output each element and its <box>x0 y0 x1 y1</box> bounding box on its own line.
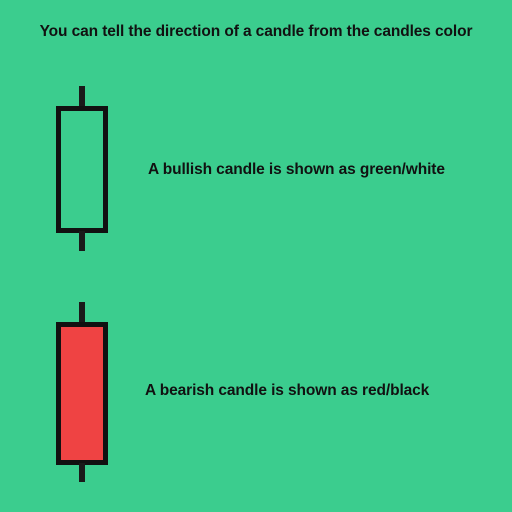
bullish-candle-label: A bullish candle is shown as green/white <box>148 161 445 178</box>
bearish-candle-body <box>56 322 108 465</box>
bearish-candle-label: A bearish candle is shown as red/black <box>145 382 430 399</box>
bearish-upper-wick <box>79 302 85 324</box>
bearish-candle <box>56 302 108 482</box>
diagram-canvas: You can tell the direction of a candle f… <box>0 0 512 512</box>
bearish-lower-wick <box>79 463 85 482</box>
bullish-lower-wick <box>79 231 85 251</box>
diagram-title: You can tell the direction of a candle f… <box>39 23 473 40</box>
bullish-candle-body <box>56 106 108 233</box>
bullish-upper-wick <box>79 86 85 108</box>
bullish-candle <box>56 86 108 266</box>
